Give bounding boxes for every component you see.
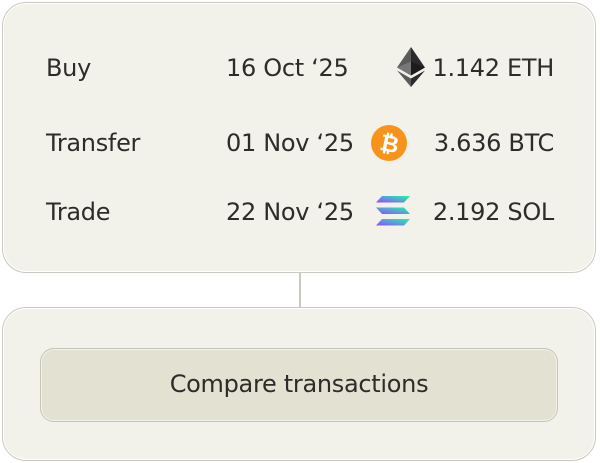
transaction-amount: 2.192 SOL xyxy=(432,198,554,226)
solana-icon xyxy=(376,196,410,226)
transaction-amount: 1.142 ETH xyxy=(432,54,554,82)
compare-transactions-button[interactable]: Compare transactions xyxy=(40,348,558,422)
transaction-row[interactable]: Transfer 01 Nov ‘25 ₿ 3.636 BTC xyxy=(0,123,600,163)
transaction-date: 01 Nov ‘25 xyxy=(226,129,354,157)
transaction-row[interactable]: Buy 16 Oct ‘25 1.142 ETH xyxy=(0,47,600,88)
transaction-row[interactable]: Trade 22 Nov ‘25 2.192 SOL xyxy=(0,192,600,232)
transactions-widget: Buy 16 Oct ‘25 1.142 ETH Transfer 01 Nov… xyxy=(0,0,600,463)
transaction-date: 16 Oct ‘25 xyxy=(226,54,349,82)
transaction-date: 22 Nov ‘25 xyxy=(226,198,354,226)
connector-line xyxy=(299,272,301,308)
ethereum-icon xyxy=(397,47,425,87)
transaction-type: Transfer xyxy=(46,129,141,157)
transaction-amount: 3.636 BTC xyxy=(433,129,554,157)
transaction-type: Buy xyxy=(46,54,91,82)
transaction-type: Trade xyxy=(46,198,111,226)
bitcoin-icon: ₿ xyxy=(371,125,407,161)
